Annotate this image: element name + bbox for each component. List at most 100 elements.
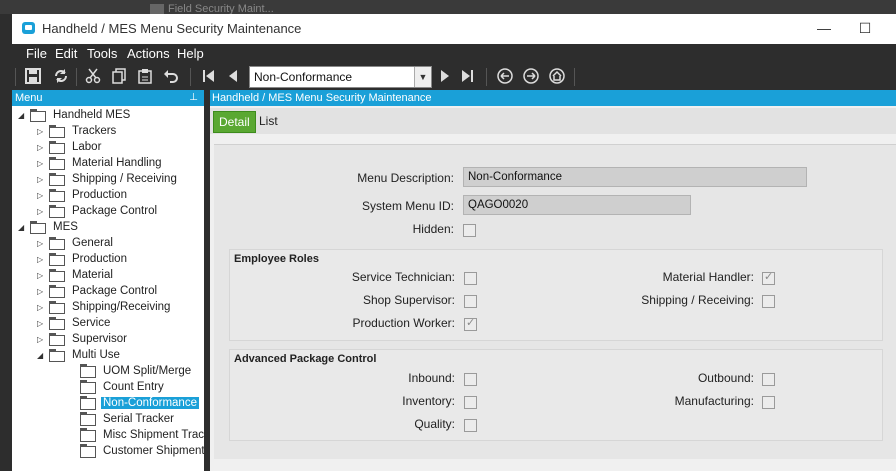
outbound-label: Outbound: (697, 371, 754, 385)
record-selector[interactable]: Non-Conformance ▼ (249, 66, 432, 88)
expand-arrow-icon[interactable]: ▷ (37, 191, 45, 201)
tree-node[interactable]: ◢ MES (18, 220, 204, 236)
tab-list[interactable]: List (254, 111, 283, 131)
expand-arrow-icon[interactable]: ▷ (37, 271, 45, 281)
back-icon[interactable] (496, 68, 514, 86)
menu-sidebar: Menu ⊥ ◢ Handheld MES ▷ Trackers ▷ Labor ▷ Mate… (12, 90, 215, 471)
previous-record-icon[interactable] (224, 68, 242, 86)
menu-help[interactable]: Help (177, 46, 204, 61)
service-technician-checkbox[interactable] (464, 272, 477, 285)
collapse-arrow-icon[interactable]: ◢ (18, 223, 26, 233)
expand-arrow-icon[interactable]: ▷ (37, 335, 45, 345)
tree-node-label: Material (72, 269, 113, 281)
tree-node[interactable]: ▷ Package Control (37, 284, 204, 300)
tab-detail[interactable]: Detail (213, 111, 256, 133)
menu-item-icon (80, 396, 96, 410)
sidebar-title: Menu (15, 92, 43, 104)
undo-icon[interactable] (162, 68, 180, 86)
manufacturing-label: Manufacturing: (674, 394, 754, 408)
tree-node[interactable]: Customer Shipment T (68, 444, 215, 460)
tree-node[interactable]: ▷ Package Control (37, 204, 204, 220)
detail-panel: Menu Description: Non-Conformance System… (214, 144, 896, 459)
menu-edit[interactable]: Edit (55, 46, 77, 61)
system-menu-id-field[interactable]: QAGO0020 (463, 195, 691, 215)
tree-node[interactable]: Non-Conformance (68, 396, 204, 412)
chevron-down-icon[interactable]: ▼ (414, 67, 431, 87)
tree-node-label: Material Handling (72, 157, 162, 169)
material-handler-checkbox[interactable] (762, 270, 775, 285)
manufacturing-checkbox[interactable] (762, 396, 775, 409)
paste-icon[interactable] (136, 68, 154, 86)
home-icon[interactable] (548, 68, 566, 86)
expand-arrow-icon[interactable]: ▷ (37, 319, 45, 329)
first-record-icon[interactable] (200, 68, 218, 86)
collapse-arrow-icon[interactable]: ◢ (37, 351, 45, 361)
menu-description-field[interactable]: Non-Conformance (463, 167, 807, 187)
tree-node[interactable]: ◢ Multi Use (37, 348, 204, 364)
system-menu-id-label: System Menu ID: (361, 199, 454, 213)
next-record-icon[interactable] (436, 68, 454, 86)
folder-icon (49, 237, 65, 250)
tree-node[interactable]: ▷ Shipping / Receiving (37, 172, 204, 188)
tree-node[interactable]: ▷ Material (37, 268, 204, 284)
expand-arrow-icon[interactable]: ▷ (37, 239, 45, 249)
minimize-button[interactable]: — (809, 18, 839, 38)
tree-node[interactable]: ▷ Shipping/Receiving (37, 300, 204, 316)
window-title: Handheld / MES Menu Security Maintenance (42, 21, 302, 36)
menu-file[interactable]: File (26, 46, 47, 61)
tree-node-label: Count Entry (103, 381, 164, 393)
toolbar-separator (486, 68, 487, 86)
tree-node[interactable]: ▷ Labor (37, 140, 204, 156)
collapse-arrow-icon[interactable]: ◢ (18, 111, 26, 121)
expand-arrow-icon[interactable]: ▷ (37, 287, 45, 297)
tree-node[interactable]: Misc Shipment Track (68, 428, 210, 444)
tree-node[interactable]: ▷ Supervisor (37, 332, 204, 348)
tree-node[interactable]: ◢ Handheld MES (18, 108, 204, 124)
service-technician-label: Service Technician: (351, 270, 455, 284)
tree-node[interactable]: UOM Split/Merge (68, 364, 204, 380)
expand-arrow-icon[interactable]: ▷ (37, 127, 45, 137)
tree-node[interactable]: Count Entry (68, 380, 204, 396)
expand-arrow-icon[interactable]: ▷ (37, 159, 45, 169)
folder-icon (49, 205, 65, 218)
tree-node[interactable]: ▷ Production (37, 252, 204, 268)
hidden-checkbox[interactable] (463, 224, 476, 237)
shop-supervisor-checkbox[interactable] (464, 295, 477, 308)
cut-icon[interactable] (84, 68, 102, 86)
expand-arrow-icon[interactable]: ▷ (37, 175, 45, 185)
expand-arrow-icon[interactable]: ▷ (37, 255, 45, 265)
menu-tools[interactable]: Tools (87, 46, 117, 61)
outbound-checkbox[interactable] (762, 373, 775, 386)
tree-node-label: Shipping/Receiving (72, 301, 171, 313)
expand-arrow-icon[interactable]: ▷ (37, 303, 45, 313)
quality-checkbox[interactable] (464, 419, 477, 432)
tree-node-label: Customer Shipment T (103, 445, 215, 457)
refresh-icon[interactable] (52, 68, 70, 86)
inventory-checkbox[interactable] (464, 396, 477, 409)
menu-item-icon (80, 380, 96, 394)
maximize-button[interactable]: ☐ (850, 18, 880, 38)
expand-arrow-icon[interactable]: ▷ (37, 143, 45, 153)
tree-node[interactable]: ▷ Trackers (37, 124, 204, 140)
tree-node-label: Package Control (72, 285, 158, 297)
advanced-package-control-title: Advanced Package Control (234, 353, 377, 365)
folder-icon (49, 349, 65, 362)
tree-node[interactable]: ▷ General (37, 236, 204, 252)
tree-node[interactable]: ▷ Material Handling (37, 156, 204, 172)
folder-icon (49, 141, 65, 154)
copy-icon[interactable] (110, 68, 128, 86)
forward-icon[interactable] (522, 68, 540, 86)
shipping-receiving-checkbox[interactable] (762, 295, 775, 308)
tree-node[interactable]: Serial Tracker (68, 412, 204, 428)
pin-icon[interactable]: ⊥ (189, 92, 198, 103)
production-worker-checkbox[interactable] (464, 316, 477, 331)
menu-actions[interactable]: Actions (127, 46, 170, 61)
tree-node[interactable]: ▷ Production (37, 188, 204, 204)
inbound-checkbox[interactable] (464, 373, 477, 386)
last-record-icon[interactable] (458, 68, 476, 86)
toolbar: Non-Conformance ▼ (12, 64, 896, 90)
expand-arrow-icon[interactable]: ▷ (37, 207, 45, 217)
advanced-package-control-group: Advanced Package Control Inbound: Invent… (229, 349, 883, 441)
save-icon[interactable] (24, 68, 42, 86)
tree-node[interactable]: ▷ Service (37, 316, 204, 332)
